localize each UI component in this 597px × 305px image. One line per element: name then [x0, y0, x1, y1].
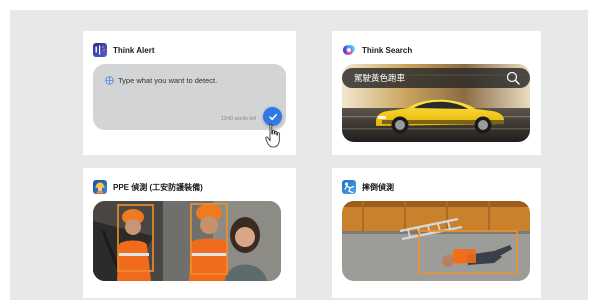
- think-alert-title: Think Alert: [113, 45, 155, 55]
- pointer-cursor-icon: [265, 123, 280, 148]
- fall-title: 摔倒偵測: [362, 182, 394, 192]
- think-search-card: Think Search 駕駛黃色跑車: [332, 31, 541, 155]
- fallen-worker-ladder-photo: [342, 201, 530, 281]
- hard-hat-worker-icon: [93, 180, 107, 194]
- fall-header: 摔倒偵測: [342, 178, 394, 196]
- think-search-header: Think Search: [342, 41, 412, 59]
- ppe-title: PPE 偵測 (工安防護裝備): [113, 182, 203, 192]
- sparkle-icon: [105, 76, 114, 85]
- think-search-logo-icon: [342, 43, 356, 57]
- think-search-title: Think Search: [362, 45, 413, 55]
- search-input[interactable]: 駕駛黃色跑車: [342, 68, 530, 88]
- magnifier-icon[interactable]: [506, 71, 520, 85]
- think-alert-header: Think Alert: [93, 41, 154, 59]
- feature-grid: Think Alert Type what you want to detect…: [10, 10, 588, 300]
- ppe-detection-card: PPE 偵測 (工安防護裝備): [83, 168, 296, 298]
- checkmark-icon: [268, 113, 277, 120]
- detect-prompt-input[interactable]: Type what you want to detect. 12/40 word…: [93, 64, 286, 130]
- word-counter: 12/40 words left: [220, 116, 256, 122]
- workers-with-hard-hats-photo: [93, 201, 281, 281]
- alert-ai-icon: [93, 43, 107, 57]
- fall-detection-card: 摔倒偵測: [332, 168, 541, 298]
- yellow-sports-car-photo: 駕駛黃色跑車: [342, 64, 530, 142]
- detect-prompt-placeholder: Type what you want to detect.: [105, 76, 217, 85]
- falling-person-icon: [342, 180, 356, 194]
- ppe-header: PPE 偵測 (工安防護裝備): [93, 178, 203, 196]
- detect-prompt-text: Type what you want to detect.: [118, 76, 218, 85]
- search-query-text: 駕駛黃色跑車: [354, 74, 406, 84]
